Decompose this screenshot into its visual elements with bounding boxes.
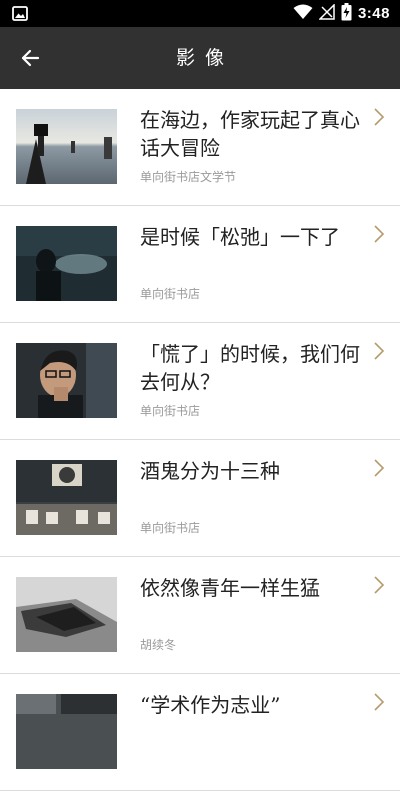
status-time: 3:48 — [357, 5, 390, 22]
chevron-right-icon — [374, 693, 385, 711]
chevron-right-icon — [374, 225, 385, 243]
no-signal-icon — [318, 2, 335, 24]
article-title: 依然像青年一样生猛 — [140, 576, 320, 600]
list-item[interactable]: 依然像青年一样生猛 胡续冬 — [0, 557, 400, 674]
article-source: 单向街书店 — [140, 287, 201, 301]
chevron-right-icon — [374, 459, 385, 477]
status-bar: 3:48 — [0, 0, 400, 27]
article-title: 在海边，作家玩起了真心话大冒险 — [140, 108, 360, 160]
thumbnail-image — [16, 109, 117, 184]
article-title: 是时候「松弛」一下了 — [140, 225, 340, 249]
battery-charging-icon — [341, 2, 352, 25]
thumbnail-image — [16, 343, 117, 418]
article-source: 单向街书店 — [140, 521, 201, 535]
list-item[interactable]: 酒鬼分为十三种 单向街书店 — [0, 440, 400, 557]
thumbnail-image — [16, 577, 117, 652]
chevron-right-icon — [374, 576, 385, 594]
list-item[interactable]: 是时候「松弛」一下了 单向街书店 — [0, 206, 400, 323]
thumbnail-image — [16, 694, 117, 769]
wifi-icon — [293, 4, 313, 24]
article-title: 「慌了」的时候，我们何去何从？ — [140, 342, 360, 394]
app-bar: 影像 — [0, 27, 400, 89]
list-item[interactable]: 「慌了」的时候，我们何去何从？ 单向街书店 — [0, 323, 400, 440]
page-title: 影像 — [175, 47, 234, 69]
image-notification-icon — [12, 6, 28, 25]
thumbnail-image — [16, 226, 117, 301]
thumbnail-image — [16, 460, 117, 535]
article-title: “学术作为志业” — [140, 693, 281, 717]
article-source: 单向街书店文学节 — [140, 170, 237, 184]
article-list: 在海边，作家玩起了真心话大冒险 单向街书店文学节 是时候「松弛」一下了 单向街书… — [0, 89, 400, 791]
list-item[interactable]: 在海边，作家玩起了真心话大冒险 单向街书店文学节 — [0, 89, 400, 206]
chevron-right-icon — [374, 108, 385, 126]
article-source: 胡续冬 — [140, 638, 177, 652]
article-source: 单向街书店 — [140, 404, 201, 418]
chevron-right-icon — [374, 342, 385, 360]
list-item[interactable]: “学术作为志业” — [0, 674, 400, 791]
article-title: 酒鬼分为十三种 — [140, 459, 280, 483]
